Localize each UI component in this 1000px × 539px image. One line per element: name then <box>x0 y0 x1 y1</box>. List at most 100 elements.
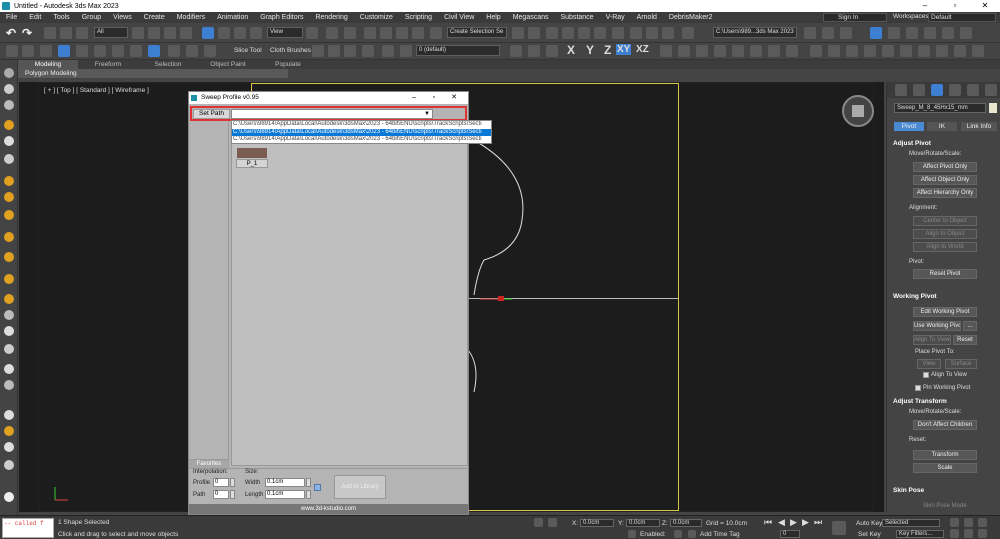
snaps-toggle-icon[interactable] <box>364 27 376 39</box>
path-spinner[interactable] <box>230 490 235 499</box>
tool-icon-k[interactable] <box>344 45 356 57</box>
tool-icon-a[interactable] <box>804 27 816 39</box>
current-frame-field[interactable]: 0 <box>780 530 800 538</box>
unlink-icon[interactable] <box>60 27 72 39</box>
named-selection-dropdown[interactable]: Create Selection Se <box>447 27 507 38</box>
create-tab-icon[interactable] <box>895 84 907 96</box>
lt-icon-18[interactable] <box>4 380 14 390</box>
time-tag-icon[interactable] <box>688 530 696 538</box>
link-icon[interactable] <box>44 27 56 39</box>
tool-icon-f[interactable] <box>924 27 936 39</box>
modify-tab-icon[interactable] <box>913 84 925 96</box>
lt-icon-23[interactable] <box>4 492 14 502</box>
path-option[interactable]: C:\Users\98914\AppData\Local\Autodesk\3d… <box>232 128 491 136</box>
lt-icon-17[interactable] <box>4 364 14 374</box>
hammer-icon[interactable] <box>6 45 18 57</box>
layer-icon[interactable] <box>400 45 412 57</box>
maxscript-listener[interactable]: -- called f <box>2 518 54 538</box>
field-of-view-icon[interactable] <box>964 529 973 538</box>
lock-toggle[interactable] <box>314 484 321 491</box>
tool-icon-b[interactable] <box>822 27 834 39</box>
edit-working-pivot-button[interactable]: Edit Working Pivot <box>913 307 977 317</box>
prev-frame-icon[interactable]: ◀ <box>778 517 785 528</box>
spray-icon[interactable] <box>112 45 124 57</box>
menu-debrismaker[interactable]: DebrisMaker2 <box>663 14 719 21</box>
tool-icon-i[interactable] <box>312 45 324 57</box>
select-manipulate-icon[interactable] <box>326 27 338 39</box>
lt-icon-22[interactable] <box>4 460 14 470</box>
tool-icon-n[interactable] <box>510 45 522 57</box>
affect-hierarchy-only-button[interactable]: Affect Hierarchy Only <box>913 188 977 198</box>
tool-icon-s[interactable] <box>696 45 708 57</box>
lt-icon-6[interactable] <box>4 154 14 164</box>
use-working-pivot-button[interactable]: Use Working Pivot <box>913 321 961 331</box>
menu-file[interactable]: File <box>0 14 23 21</box>
close-icon[interactable]: ✕ <box>970 0 1000 12</box>
reset-working-pivot-button[interactable]: Reset <box>953 335 977 345</box>
tab-populate[interactable]: Populate <box>258 60 318 69</box>
enable-toggle-icon[interactable] <box>628 530 636 538</box>
redo-icon[interactable]: ↷ <box>22 26 32 40</box>
render-setup-icon[interactable] <box>630 27 642 39</box>
align-to-object-button[interactable]: Align to Object <box>913 229 977 239</box>
lt-icon-1[interactable] <box>4 68 14 78</box>
tool-icon-r[interactable] <box>678 45 690 57</box>
zoom-icon[interactable] <box>978 518 987 527</box>
viewport-layout-icon[interactable] <box>870 27 882 39</box>
tool-icon-ae[interactable] <box>918 45 930 57</box>
tab-link-info[interactable]: Link Info <box>961 122 997 131</box>
tool-icon-j[interactable] <box>328 45 340 57</box>
move-icon[interactable] <box>202 27 214 39</box>
affect-object-only-button[interactable]: Affect Object Only <box>913 175 977 185</box>
menu-edit[interactable]: Edit <box>23 14 47 21</box>
width-input[interactable]: 0.1cm <box>265 478 305 487</box>
tool-icon-e[interactable] <box>906 27 918 39</box>
region-select-icon[interactable] <box>164 27 176 39</box>
reset-scale-button[interactable]: Scale <box>913 463 977 473</box>
project-folder-icon[interactable] <box>682 27 694 39</box>
z-coord-field[interactable]: 0.0cm <box>670 519 702 527</box>
select-object-icon[interactable] <box>132 27 144 39</box>
tool-icon-ab[interactable] <box>864 45 876 57</box>
render-icon[interactable] <box>662 27 674 39</box>
edit-named-sel-icon[interactable] <box>430 27 442 39</box>
lt-icon-11[interactable] <box>4 252 14 262</box>
place-view-button[interactable]: View <box>917 359 941 369</box>
key-filters-button[interactable]: Key Filters... <box>896 530 944 538</box>
axis-xz-button[interactable]: XZ <box>636 44 649 55</box>
cloth-brushes-button[interactable]: Cloth Brushes <box>270 47 311 54</box>
keyboard-shortcut-icon[interactable] <box>344 27 356 39</box>
frame-icon[interactable] <box>186 45 198 57</box>
axis-y-button[interactable]: Y <box>586 43 594 57</box>
placement-icon[interactable] <box>250 27 262 39</box>
lt-icon-16[interactable] <box>4 344 14 354</box>
tab-selection[interactable]: Selection <box>138 60 198 69</box>
rendered-frame-icon[interactable] <box>646 27 658 39</box>
tool-icon-v[interactable] <box>750 45 762 57</box>
auto-key-button[interactable]: Auto Key <box>856 520 882 527</box>
align-to-view-checkbox[interactable] <box>923 372 929 378</box>
chevron-down-icon[interactable]: ▼ <box>424 111 430 117</box>
skin-pose-mode-label[interactable]: Skin Pose Mode <box>923 503 967 509</box>
tool-icon-c[interactable] <box>840 27 852 39</box>
tool-icon-aa[interactable] <box>846 45 858 57</box>
reset-pivot-button[interactable]: Reset Pivot <box>913 269 977 279</box>
align-to-view-button[interactable]: Align To View <box>913 335 951 345</box>
tool-icon-z[interactable] <box>828 45 840 57</box>
lt-icon-3[interactable] <box>4 100 14 110</box>
hierarchy-tab-icon[interactable] <box>931 84 943 96</box>
toggle-a-icon[interactable] <box>674 530 682 538</box>
sign-in-button[interactable]: Sign In <box>823 13 887 22</box>
tool-icon-h[interactable] <box>960 27 972 39</box>
minimize-icon[interactable]: – <box>910 0 940 12</box>
dialog-maximize-icon[interactable]: ▫ <box>424 92 444 104</box>
width-spinner[interactable] <box>306 478 311 487</box>
tool-icon-w[interactable] <box>768 45 780 57</box>
box-icon[interactable] <box>204 45 216 57</box>
tab-freeform[interactable]: Freeform <box>78 60 138 69</box>
spinner-snap-icon[interactable] <box>412 27 424 39</box>
rotate-icon[interactable] <box>218 27 230 39</box>
bind-icon[interactable] <box>76 27 88 39</box>
xview-icon[interactable] <box>130 45 142 57</box>
tool-icon-g[interactable] <box>942 27 954 39</box>
